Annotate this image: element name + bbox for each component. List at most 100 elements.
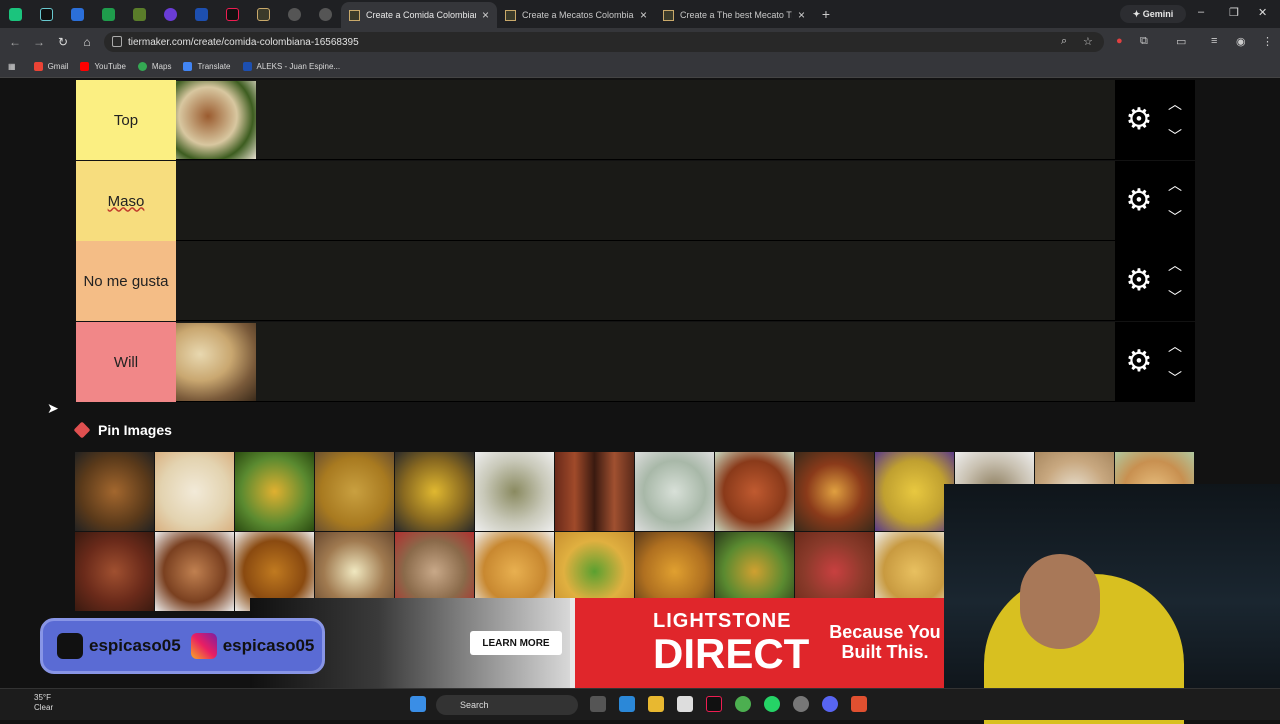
tier-label[interactable]: Top [76, 80, 176, 160]
close-tab-icon[interactable]: × [482, 8, 489, 22]
pinned-tab[interactable] [93, 0, 124, 28]
streaming-app-icon[interactable] [851, 696, 867, 712]
pool-food-image[interactable] [795, 452, 874, 531]
tier-label[interactable]: No me gusta [76, 241, 176, 321]
pool-food-image[interactable] [75, 532, 154, 611]
tier-row-will: Will ⚙ ︿ ﹀ [76, 322, 1195, 402]
task-view-icon[interactable] [590, 696, 606, 712]
pinned-tab[interactable] [31, 0, 62, 28]
pinned-tab[interactable] [217, 0, 248, 28]
bookmark-translate[interactable]: Translate [183, 62, 231, 71]
bookmark-gmail[interactable]: Gmail [33, 62, 69, 71]
pinned-tab[interactable] [248, 0, 279, 28]
bookmark-label: Gmail [47, 62, 69, 71]
extension-icon[interactable]: ● [1116, 35, 1123, 47]
bookmark-youtube[interactable]: YouTube [80, 62, 126, 71]
weather-widget[interactable]: 35°F Clear [14, 693, 53, 713]
chrome-icon[interactable] [735, 696, 751, 712]
pinned-tab[interactable] [310, 0, 341, 28]
gear-icon[interactable]: ⚙ [1123, 346, 1155, 378]
bookmark-label: ALEKS - Juan Espine... [256, 62, 341, 71]
taskbar-search[interactable]: Search [436, 695, 578, 715]
profile-avatar-icon[interactable]: ◉ [1236, 35, 1246, 48]
pool-food-image[interactable] [475, 452, 554, 531]
minimize-button[interactable]: – [1198, 6, 1204, 18]
pinned-tab[interactable] [186, 0, 217, 28]
chevron-up-icon[interactable]: ︿ [1165, 175, 1185, 193]
tab-comida-colombiana[interactable]: Create a Comida Colombiana T × [341, 2, 497, 28]
home-button[interactable]: ⌂ [75, 35, 99, 49]
ad-brand-line2: DIRECT [653, 630, 810, 677]
chevron-down-icon[interactable]: ﹀ [1165, 287, 1185, 305]
store-icon[interactable] [677, 696, 693, 712]
gemini-button[interactable]: ✦ Gemini [1120, 5, 1186, 23]
apps-grid-icon[interactable]: ▦ [8, 62, 16, 71]
discord-icon[interactable] [822, 696, 838, 712]
weather-temperature: 35°F [34, 693, 51, 702]
cast-icon[interactable]: ▭ [1176, 35, 1186, 48]
aleks-icon [242, 62, 252, 71]
pinned-tab[interactable] [155, 0, 186, 28]
tier-label-text: No me gusta [83, 272, 169, 290]
chevron-down-icon[interactable]: ﹀ [1165, 207, 1185, 225]
instagram-icon [190, 633, 217, 659]
pool-food-image[interactable] [155, 532, 234, 611]
pool-food-image[interactable] [715, 452, 794, 531]
tier-food-image[interactable] [176, 323, 256, 401]
zoom-icon[interactable]: ⌕ [1061, 35, 1067, 48]
tier-label[interactable]: Will [76, 322, 176, 402]
pool-food-image[interactable] [395, 452, 474, 531]
close-tab-icon[interactable]: × [640, 8, 647, 22]
tier-food-image[interactable] [176, 81, 256, 159]
close-tab-icon[interactable]: × [798, 8, 805, 22]
chevron-down-icon[interactable]: ﹀ [1165, 368, 1185, 386]
pool-food-image[interactable] [635, 452, 714, 531]
pinned-tab[interactable] [0, 0, 31, 28]
forward-button[interactable]: → [27, 35, 51, 49]
whatsapp-icon[interactable] [764, 696, 780, 712]
gear-icon[interactable]: ⚙ [1123, 185, 1155, 217]
edge-icon[interactable] [619, 696, 635, 712]
pinned-tab[interactable] [124, 0, 155, 28]
gear-icon[interactable]: ⚙ [1123, 265, 1155, 297]
pool-food-image[interactable] [155, 452, 234, 531]
chevron-up-icon[interactable]: ︿ [1165, 255, 1185, 273]
tier-controls: ⚙ ︿ ﹀ [1115, 322, 1195, 402]
reading-list-icon[interactable]: ≡ [1211, 35, 1217, 47]
bookmark-maps[interactable]: Maps [137, 62, 171, 71]
tab-mecatos-colombianos[interactable]: Create a Mecatos Colombianos × [497, 2, 655, 28]
back-button[interactable]: ← [3, 35, 27, 49]
tab-title: Create a Comida Colombiana T [366, 10, 476, 20]
pinned-tab[interactable] [62, 0, 93, 28]
app-icon[interactable] [793, 696, 809, 712]
tab-best-mecato[interactable]: Create a The best Mecato Tier × [655, 2, 813, 28]
streamer-face [1020, 554, 1100, 649]
chevron-up-icon[interactable]: ︿ [1165, 336, 1185, 354]
gear-icon[interactable]: ⚙ [1123, 104, 1155, 136]
pool-food-image[interactable] [235, 452, 314, 531]
learn-more-button[interactable]: LEARN MORE [470, 631, 562, 655]
file-explorer-icon[interactable] [648, 696, 664, 712]
bookmark-aleks[interactable]: ALEKS - Juan Espine... [242, 62, 341, 71]
chevron-down-icon[interactable]: ﹀ [1165, 126, 1185, 144]
close-window-button[interactable]: ✕ [1258, 6, 1267, 19]
restore-button[interactable]: ❐ [1229, 6, 1239, 19]
windows-start-icon[interactable] [410, 696, 426, 712]
pool-food-image[interactable] [875, 452, 954, 531]
site-info-icon[interactable] [112, 36, 122, 47]
pool-food-image[interactable] [315, 452, 394, 531]
address-bar[interactable]: tiermaker.com/create/comida-colombiana-1… [104, 32, 1104, 52]
bookmark-star-icon[interactable]: ☆ [1083, 35, 1093, 48]
chevron-up-icon[interactable]: ︿ [1165, 94, 1185, 112]
pinned-tab[interactable] [279, 0, 310, 28]
tiktok-icon[interactable] [706, 696, 722, 712]
menu-kebab-icon[interactable]: ⋮ [1262, 35, 1273, 48]
tier-label[interactable]: Maso [76, 161, 176, 241]
new-tab-button[interactable]: + [813, 6, 839, 22]
pool-food-image[interactable] [75, 452, 154, 531]
pool-food-image[interactable] [555, 452, 634, 531]
advertisement-banner[interactable]: LEARN MORE LIGHTSTONE DIRECT Because You… [250, 598, 944, 688]
sheets-icon [102, 7, 115, 21]
extensions-puzzle-icon[interactable]: ⧉ [1140, 35, 1148, 48]
reload-button[interactable]: ↻ [51, 35, 75, 49]
